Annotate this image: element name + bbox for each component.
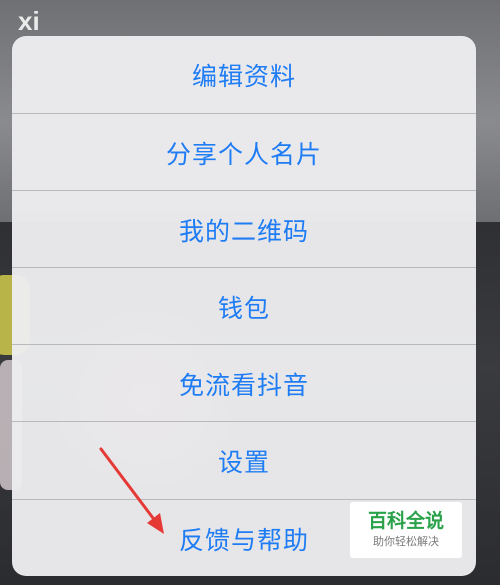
background-username-text: xi <box>18 6 40 36</box>
menu-item-share-card[interactable]: 分享个人名片 <box>12 114 476 191</box>
menu-item-edit-profile[interactable]: 编辑资料 <box>12 36 476 113</box>
menu-item-wallet[interactable]: 钱包 <box>12 268 476 345</box>
watermark-title: 百科全说 <box>367 510 444 532</box>
menu-item-label: 编辑资料 <box>191 61 296 91</box>
menu-item-label: 钱包 <box>217 293 270 323</box>
menu-item-label: 我的二维码 <box>178 216 309 246</box>
menu-item-label: 免流看抖音 <box>178 370 309 400</box>
menu-item-free-data[interactable]: 免流看抖音 <box>12 345 476 422</box>
menu-item-qr-code[interactable]: 我的二维码 <box>12 191 476 268</box>
watermark-logo: 百科全说 助你轻松解决 <box>350 502 462 558</box>
menu-item-label: 设置 <box>217 447 270 477</box>
menu-item-label: 分享个人名片 <box>165 139 322 169</box>
menu-item-label: 反馈与帮助 <box>178 525 309 555</box>
watermark-subtitle: 助你轻松解决 <box>373 535 439 548</box>
menu-item-settings[interactable]: 设置 <box>12 422 476 499</box>
action-sheet-menu: 编辑资料 分享个人名片 我的二维码 钱包 免流看抖音 设置 反馈与帮助 <box>12 36 476 576</box>
